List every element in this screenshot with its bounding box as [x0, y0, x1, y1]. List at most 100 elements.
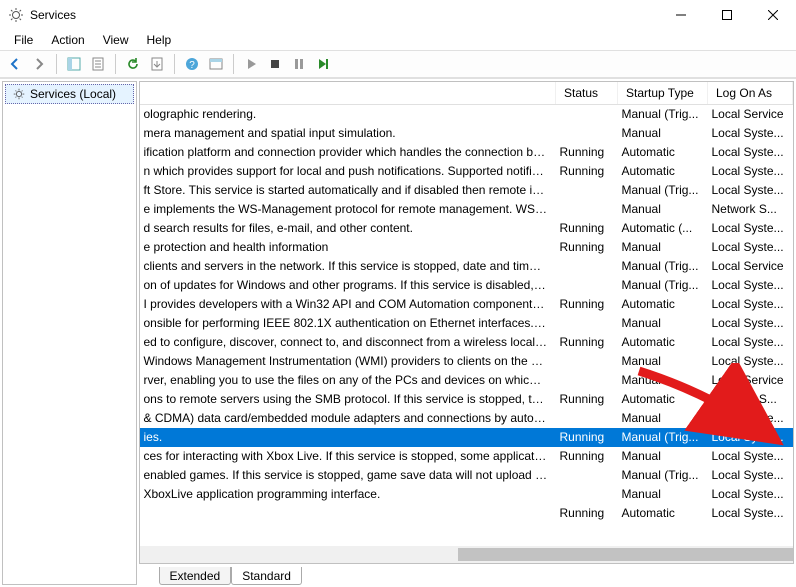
table-cell: Manual (Trig...: [618, 276, 708, 295]
table-cell: Manual (Trig...: [618, 466, 708, 485]
table-cell: Running: [556, 162, 618, 181]
scrollbar-track[interactable]: [258, 546, 794, 563]
table-row[interactable]: RunningAutomaticLocal Syste...: [140, 504, 793, 523]
table-cell: I provides developers with a Win32 API a…: [140, 295, 556, 314]
table-cell: & CDMA) data card/embedded module adapte…: [140, 409, 556, 428]
minimize-button[interactable]: [658, 0, 704, 30]
horizontal-scrollbar[interactable]: [140, 546, 794, 563]
table-row[interactable]: enabled games. If this service is stoppe…: [140, 466, 793, 485]
table-cell: [556, 257, 618, 276]
services-grid[interactable]: Status Startup Type Log On As olographic…: [140, 82, 794, 523]
window-controls: [658, 0, 796, 30]
properties-button[interactable]: [87, 53, 109, 75]
table-cell: Manual: [618, 409, 708, 428]
table-row[interactable]: ft Store. This service is started automa…: [140, 181, 793, 200]
tree-node-services-local[interactable]: Services (Local): [5, 84, 134, 104]
table-cell: Automatic: [618, 295, 708, 314]
table-cell: Local Syste...: [708, 162, 793, 181]
table-cell: Local Syste...: [708, 485, 793, 504]
table-cell: mera management and spatial input simula…: [140, 124, 556, 143]
table-row[interactable]: & CDMA) data card/embedded module adapte…: [140, 409, 793, 428]
maximize-button[interactable]: [704, 0, 750, 30]
table-cell: Running: [556, 447, 618, 466]
table-cell: Running: [556, 428, 618, 447]
table-cell: n which provides support for local and p…: [140, 162, 556, 181]
tree-pane[interactable]: Services (Local): [2, 81, 137, 585]
col-header-startup[interactable]: Startup Type: [618, 82, 708, 105]
services-grid-wrap[interactable]: Status Startup Type Log On As olographic…: [139, 81, 795, 564]
menubar: File Action View Help: [0, 30, 796, 50]
table-cell: Windows Management Instrumentation (WMI)…: [140, 352, 556, 371]
tab-extended[interactable]: Extended: [159, 567, 232, 585]
table-cell: olographic rendering.: [140, 105, 556, 124]
close-button[interactable]: [750, 0, 796, 30]
table-cell: [556, 409, 618, 428]
pause-service-button[interactable]: [288, 53, 310, 75]
table-row[interactable]: Windows Management Instrumentation (WMI)…: [140, 352, 793, 371]
app-icon: [8, 7, 24, 23]
table-row[interactable]: rver, enabling you to use the files on a…: [140, 371, 793, 390]
table-row[interactable]: e implements the WS-Management protocol …: [140, 200, 793, 219]
table-row[interactable]: clients and servers in the network. If t…: [140, 257, 793, 276]
table-row[interactable]: e protection and health informationRunni…: [140, 238, 793, 257]
table-cell: Manual: [618, 352, 708, 371]
table-cell: Automatic: [618, 333, 708, 352]
export-list-button[interactable]: [146, 53, 168, 75]
table-row[interactable]: d search results for files, e-mail, and …: [140, 219, 793, 238]
tab-standard[interactable]: Standard: [231, 567, 302, 585]
menu-action[interactable]: Action: [43, 31, 92, 49]
table-row[interactable]: on of updates for Windows and other prog…: [140, 276, 793, 295]
table-cell: Local Syste...: [708, 143, 793, 162]
table-cell: Local Syste...: [708, 352, 793, 371]
table-cell: Manual: [618, 485, 708, 504]
table-cell: Local Syste...: [708, 219, 793, 238]
menu-help[interactable]: Help: [139, 31, 180, 49]
table-cell: d search results for files, e-mail, and …: [140, 219, 556, 238]
table-row[interactable]: olographic rendering.Manual (Trig...Loca…: [140, 105, 793, 124]
back-button[interactable]: [4, 53, 26, 75]
col-header-logon[interactable]: Log On As: [708, 82, 793, 105]
table-row[interactable]: ies.RunningManual (Trig...Local Syste...: [140, 428, 793, 447]
table-cell: e protection and health information: [140, 238, 556, 257]
table-cell: [556, 314, 618, 333]
start-service-button[interactable]: [240, 53, 262, 75]
col-header-status[interactable]: Status: [556, 82, 618, 105]
show-hide-tree-button[interactable]: [63, 53, 85, 75]
table-row[interactable]: n which provides support for local and p…: [140, 162, 793, 181]
show-hide-action-button[interactable]: [205, 53, 227, 75]
table-cell: Local Syste...: [708, 447, 793, 466]
gear-icon: [12, 87, 26, 101]
table-row[interactable]: mera management and spatial input simula…: [140, 124, 793, 143]
table-row[interactable]: I provides developers with a Win32 API a…: [140, 295, 793, 314]
restart-service-button[interactable]: [312, 53, 334, 75]
table-row[interactable]: XboxLive application programming interfa…: [140, 485, 793, 504]
scrollbar-thumb[interactable]: [458, 548, 794, 561]
table-cell: ces for interacting with Xbox Live. If t…: [140, 447, 556, 466]
table-cell: Manual (Trig...: [618, 257, 708, 276]
table-cell: [556, 276, 618, 295]
table-row[interactable]: onsible for performing IEEE 802.1X authe…: [140, 314, 793, 333]
menu-file[interactable]: File: [6, 31, 41, 49]
help-button[interactable]: ?: [181, 53, 203, 75]
table-row[interactable]: ons to remote servers using the SMB prot…: [140, 390, 793, 409]
table-cell: [140, 504, 556, 523]
table-cell: rver, enabling you to use the files on a…: [140, 371, 556, 390]
table-cell: Local Syste...: [708, 295, 793, 314]
table-row[interactable]: ces for interacting with Xbox Live. If t…: [140, 447, 793, 466]
menu-view[interactable]: View: [95, 31, 137, 49]
client-area: Services (Local) Status Startup Type Log…: [0, 78, 796, 587]
table-cell: Local Syste...: [708, 466, 793, 485]
stop-service-button[interactable]: [264, 53, 286, 75]
col-header-description[interactable]: [140, 82, 556, 105]
forward-button[interactable]: [28, 53, 50, 75]
table-cell: ies.: [140, 428, 556, 447]
refresh-button[interactable]: [122, 53, 144, 75]
table-cell: [556, 485, 618, 504]
table-cell: clients and servers in the network. If t…: [140, 257, 556, 276]
table-row[interactable]: ification platform and connection provid…: [140, 143, 793, 162]
table-cell: enabled games. If this service is stoppe…: [140, 466, 556, 485]
table-row[interactable]: ed to configure, discover, connect to, a…: [140, 333, 793, 352]
table-cell: Automatic: [618, 504, 708, 523]
column-headers[interactable]: Status Startup Type Log On As: [140, 82, 793, 105]
table-cell: Manual: [618, 314, 708, 333]
